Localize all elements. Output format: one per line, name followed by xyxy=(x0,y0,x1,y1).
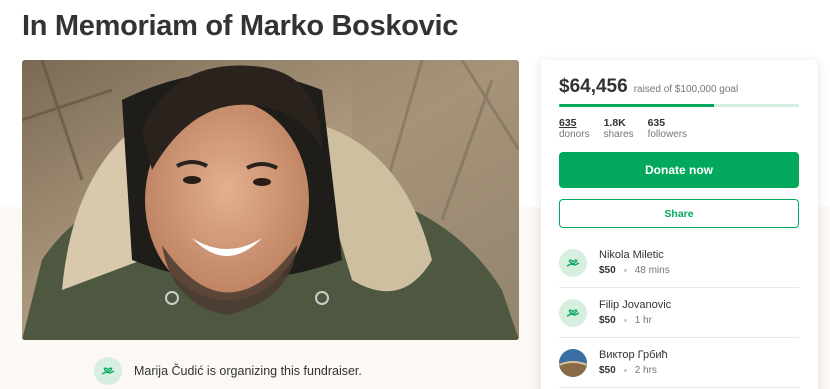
stat-value: 635 xyxy=(559,117,577,129)
stat-label: shares xyxy=(603,129,634,140)
share-button[interactable]: Share xyxy=(559,199,799,228)
donation-item: Filip Jovanovic $50 1 hr xyxy=(559,288,799,338)
donation-time: 1 hr xyxy=(634,314,652,326)
stat-shares: 1.8K shares xyxy=(604,117,634,141)
stats-row: 635 donors 1.8K shares 635 followers xyxy=(559,117,701,141)
donation-amount: $50 xyxy=(599,264,616,276)
donation-card: $64,456 raised of $100,000 goal 635 dono… xyxy=(541,60,818,389)
stat-value: 635 xyxy=(647,117,666,129)
stat-label: donors xyxy=(559,129,590,140)
page-title: In Memoriam of Marko Boskovic xyxy=(22,10,459,42)
goal-text: raised of $100,000 goal xyxy=(633,84,739,95)
heart-hand-icon xyxy=(559,248,587,277)
donation-amount: $50 xyxy=(599,314,616,326)
organizer-text: Marija Čudić is organizing this fundrais… xyxy=(134,364,362,378)
donation-amount: $50 xyxy=(599,364,616,376)
raised-summary: $64,456 raised of $100,000 goal xyxy=(559,76,738,98)
donation-time: 2 hrs xyxy=(634,364,657,376)
separator-dot xyxy=(623,318,627,322)
donor-name: Виктор Грбић xyxy=(599,348,668,361)
donor-photo xyxy=(559,348,587,377)
donor-meta: $50 2 hrs xyxy=(599,363,668,378)
heart-hand-icon xyxy=(94,357,122,385)
stat-value: 1.8K xyxy=(603,117,626,129)
donation-item: Nikola Miletic $50 48 mins xyxy=(559,238,799,288)
donation-item: Виктор Грбић $50 2 hrs xyxy=(559,338,799,388)
donor-name: Nikola Miletic xyxy=(599,248,664,261)
raised-amount: $64,456 xyxy=(559,76,628,97)
progress-bar xyxy=(559,104,799,107)
stat-donors[interactable]: 635 donors xyxy=(559,117,590,141)
donor-meta: $50 1 hr xyxy=(599,313,671,328)
donation-time: 48 mins xyxy=(634,264,670,276)
hero-image xyxy=(22,60,519,340)
heart-hand-icon xyxy=(559,298,587,327)
donate-button[interactable]: Donate now xyxy=(559,152,799,188)
progress-fill xyxy=(559,104,714,107)
donor-name: Filip Jovanovic xyxy=(599,298,672,311)
donations-list: Nikola Miletic $50 48 mins Filip Jovanov… xyxy=(559,238,799,388)
organizer-row: Marija Čudić is organizing this fundrais… xyxy=(94,357,362,385)
separator-dot xyxy=(623,268,627,272)
donor-info: Filip Jovanovic $50 1 hr xyxy=(599,298,671,328)
stat-followers: 635 followers xyxy=(648,117,687,141)
separator-dot xyxy=(623,368,627,372)
stat-label: followers xyxy=(647,129,688,140)
donor-info: Nikola Miletic $50 48 mins xyxy=(599,248,670,278)
donor-info: Виктор Грбић $50 2 hrs xyxy=(599,348,668,378)
donor-meta: $50 48 mins xyxy=(599,263,670,278)
